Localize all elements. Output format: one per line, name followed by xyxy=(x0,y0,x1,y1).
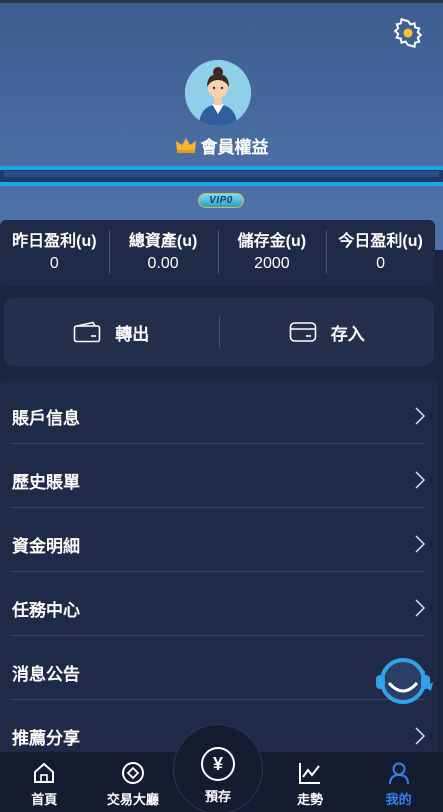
tab-trading-hall[interactable]: 交易大廳 xyxy=(89,752,178,812)
stat-label: 總資產(u) xyxy=(128,233,198,250)
chevron-right-icon xyxy=(415,407,426,425)
chevron-right-icon xyxy=(415,599,426,617)
menu-item-announcements[interactable]: 消息公告 xyxy=(0,640,437,704)
menu-item-billing-history[interactable]: 歷史賬單 xyxy=(0,448,437,512)
yen-icon: ¥ xyxy=(201,747,235,781)
trend-chart-icon xyxy=(299,763,321,784)
menu-divider xyxy=(12,699,425,700)
vip-progress-fill xyxy=(4,171,439,177)
menu-item-label: 推薦分享 xyxy=(12,728,80,748)
stat-savings: 儲存金(u) 2000 xyxy=(217,220,327,286)
home-icon xyxy=(34,762,55,783)
menu-item-label: 歷史賬單 xyxy=(12,472,80,492)
crown-icon xyxy=(175,138,196,153)
member-benefits[interactable]: 會員權益 xyxy=(0,132,443,158)
tab-label: 預存 xyxy=(204,789,231,804)
chevron-right-icon xyxy=(415,727,426,745)
menu-divider xyxy=(12,443,425,444)
customer-service-icon[interactable] xyxy=(373,655,435,707)
menu-item-label: 消息公告 xyxy=(12,664,80,684)
diamond-icon xyxy=(121,762,144,784)
deposit-button[interactable]: 存入 xyxy=(220,298,435,366)
chevron-right-icon xyxy=(415,471,426,489)
wallet-icon xyxy=(73,321,101,343)
chevron-right-icon xyxy=(415,535,426,553)
avatar[interactable] xyxy=(185,60,251,126)
stat-yesterday-profit: 昨日盈利(u) 0 xyxy=(0,220,109,286)
user-icon xyxy=(388,762,409,785)
asset-stats: 昨日盈利(u) 0 總資產(u) 0.00 儲存金(u) 2000 今日盈利(u… xyxy=(0,220,435,286)
menu-item-label: 任務中心 xyxy=(12,600,80,620)
stat-label: 今日盈利(u) xyxy=(338,233,423,250)
vip-level-badge: VIP0 xyxy=(198,193,244,208)
tab-label: 我的 xyxy=(385,792,412,807)
tab-trend[interactable]: 走勢 xyxy=(266,752,355,812)
menu-divider xyxy=(12,571,425,572)
vip-progress-bar xyxy=(0,166,443,186)
card-icon xyxy=(289,322,317,342)
stat-value: 0.00 xyxy=(147,255,179,272)
tab-label: 走勢 xyxy=(297,792,324,807)
tab-label: 首頁 xyxy=(31,792,58,807)
stat-value: 2000 xyxy=(254,255,290,272)
transfer-out-button[interactable]: 轉出 xyxy=(4,298,219,366)
menu-item-account-info[interactable]: 賬戶信息 xyxy=(0,384,437,448)
tab-label: 交易大廳 xyxy=(106,792,159,807)
member-benefits-label: 會員權益 xyxy=(200,137,269,157)
menu-item-fund-details[interactable]: 資金明細 xyxy=(0,512,437,576)
tab-home[interactable]: 首頁 xyxy=(0,752,89,812)
menu-item-task-center[interactable]: 任務中心 xyxy=(0,576,437,640)
tab-prestore[interactable]: ¥ 預存 xyxy=(173,724,263,812)
deposit-label: 存入 xyxy=(330,324,365,344)
stat-label: 儲存金(u) xyxy=(237,233,307,250)
user-avatar-icon xyxy=(185,60,251,126)
menu-item-label: 資金明細 xyxy=(12,536,80,556)
top-edge xyxy=(0,0,443,3)
transfer-out-label: 轉出 xyxy=(115,324,150,344)
account-menu: 賬戶信息 歷史賬單 資金明細 任務中心 消息公告 推薦分享 xyxy=(0,380,437,760)
stat-value: 0 xyxy=(49,255,59,272)
stat-total-assets: 總資產(u) 0.00 xyxy=(108,220,218,286)
stat-today-profit: 今日盈利(u) 0 xyxy=(326,220,435,286)
profile-header: 會員權益 VIP0 xyxy=(0,0,443,250)
menu-item-label: 賬戶信息 xyxy=(12,408,80,428)
stat-label: 昨日盈利(u) xyxy=(12,233,97,250)
menu-divider xyxy=(12,507,425,508)
tab-mine[interactable]: 我的 xyxy=(354,752,443,812)
fund-actions: 轉出 存入 xyxy=(4,298,434,366)
stat-value: 0 xyxy=(376,255,386,272)
gear-icon[interactable] xyxy=(393,18,423,48)
menu-divider xyxy=(12,635,425,636)
